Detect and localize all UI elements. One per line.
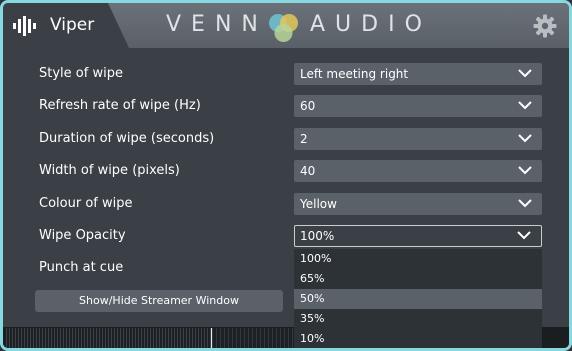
timeline-ticks-right [212,328,294,348]
show-hide-streamer-button[interactable]: Show/Hide Streamer Window [35,290,283,312]
app-tab-edge [99,3,129,48]
chevron-down-icon [518,134,532,143]
chevron-down-icon [518,101,532,110]
venn-logo-icon [269,14,298,42]
dropdown-option-65[interactable]: 65% [294,269,542,289]
app-title: Viper [50,15,95,35]
viper-window: Viper VENN AUDIO Style of wipe Left meet… [0,0,572,351]
select-value: 2 [300,132,308,146]
select-value: Yellow [300,197,337,211]
select-value: 60 [300,99,316,113]
gear-icon[interactable] [533,14,557,38]
title-bar: Viper VENN AUDIO [3,3,569,48]
dropdown-option-35[interactable]: 35% [294,309,542,329]
select-colour[interactable]: Yellow [294,193,542,215]
select-value: Left meeting right [300,67,409,81]
brand-wordmark-audio: AUDIO [310,12,432,37]
timeline-ticks [6,328,211,348]
opacity-dropdown-list: 100% 65% 50% 35% 10% [294,249,542,348]
dropdown-option-10[interactable]: 10% [294,329,542,348]
label-style-of-wipe: Style of wipe [39,66,123,81]
dropdown-option-100[interactable]: 100% [294,249,542,269]
chevron-down-icon [518,199,532,208]
select-width[interactable]: 40 [294,160,542,182]
label-punch-at-cue: Punch at cue [39,260,124,275]
chevron-down-icon [518,166,532,175]
chevron-down-icon [517,231,531,240]
dropdown-option-50[interactable]: 50% [294,289,542,309]
select-refresh-rate[interactable]: 60 [294,95,542,117]
label-duration: Duration of wipe (seconds) [39,131,215,146]
select-duration[interactable]: 2 [294,128,542,150]
chevron-down-icon [518,69,532,78]
label-wipe-opacity: Wipe Opacity [39,228,126,243]
label-width: Width of wipe (pixels) [39,163,180,178]
label-refresh-rate: Refresh rate of wipe (Hz) [39,98,201,113]
waveform-icon [13,16,36,36]
select-wipe-opacity[interactable]: 100% [294,225,542,247]
select-value: 40 [300,164,316,178]
select-style-of-wipe[interactable]: Left meeting right [294,63,542,85]
label-colour: Colour of wipe [39,196,133,211]
select-value: 100% [300,229,335,243]
brand-wordmark-venn: VENN [166,12,268,37]
